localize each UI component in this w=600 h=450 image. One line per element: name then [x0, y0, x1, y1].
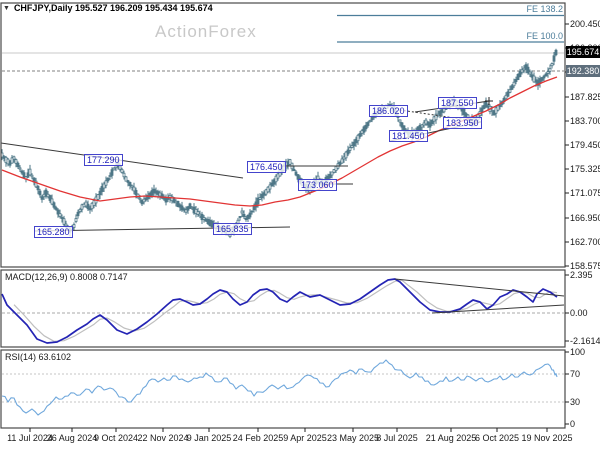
date-axis-label: 26 Aug 2024 — [47, 433, 98, 443]
rsi-axis-tick: 30 — [570, 397, 580, 407]
price-axis-tick: 166.950 — [570, 213, 600, 223]
macd-axis-tick: -2.1614 — [570, 336, 600, 346]
price-axis-tick: 179.450 — [570, 140, 600, 150]
price-axis-tick: 162.700 — [570, 237, 600, 247]
pivot-price-annotation[interactable]: 183.950 — [443, 117, 482, 129]
date-axis-label: 6 Oct 2025 — [475, 433, 519, 443]
secondary-price-tag: 192.380 — [566, 65, 600, 77]
pivot-price-annotation[interactable]: 165.280 — [34, 226, 73, 238]
chart-window: ▼ CHFJPY,Daily 195.527 196.209 195.434 19… — [0, 0, 600, 450]
date-axis-label: 24 Feb 2025 — [233, 433, 284, 443]
symbol-ohlc-title: CHFJPY,Daily 195.527 196.209 195.434 195… — [14, 3, 213, 13]
chart-canvas[interactable] — [0, 0, 600, 450]
date-axis-label: 22 Nov 2024 — [137, 433, 188, 443]
pivot-price-annotation[interactable]: 186.020 — [369, 105, 408, 117]
rsi-axis-tick: 0 — [570, 419, 575, 429]
pivot-price-annotation[interactable]: 187.550 — [438, 97, 477, 109]
date-axis-label: 21 Aug 2025 — [426, 433, 477, 443]
price-axis-tick: 183.700 — [570, 116, 600, 126]
date-axis-label: 19 Nov 2025 — [521, 433, 572, 443]
rsi-axis-tick: 70 — [570, 369, 580, 379]
watermark-actionforex: ActionForex — [155, 22, 257, 42]
collapse-indicator-icon[interactable]: ▼ — [3, 5, 10, 12]
fib-extension-label-138[interactable]: FE 138.2 — [526, 4, 563, 14]
pivot-price-annotation[interactable]: 181.450 — [389, 130, 428, 142]
pivot-price-annotation[interactable]: 176.450 — [247, 161, 286, 173]
pivot-price-annotation[interactable]: 177.290 — [84, 154, 123, 166]
date-axis-label: 9 Jan 2025 — [187, 433, 232, 443]
price-axis-tick: 187.825 — [570, 92, 600, 102]
macd-axis-tick: 2.395 — [570, 270, 593, 280]
date-axis-label: 23 May 2025 — [327, 433, 379, 443]
price-axis-tick: 200.450 — [570, 19, 600, 29]
chart-title-bar: ▼ CHFJPY,Daily 195.527 196.209 195.434 19… — [3, 3, 213, 13]
macd-indicator-label: MACD(12,26,9) 0.8008 0.7147 — [5, 272, 128, 282]
date-axis-label: 9 Oct 2024 — [94, 433, 138, 443]
pivot-price-annotation[interactable]: 173.060 — [298, 179, 337, 191]
macd-axis-tick: 0.00 — [570, 308, 588, 318]
rsi-axis-tick: 100 — [570, 347, 585, 357]
current-price-tag: 195.674 — [566, 46, 600, 58]
price-axis-tick: 171.075 — [570, 188, 600, 198]
date-axis-label: 8 Jul 2025 — [376, 433, 418, 443]
price-axis-tick: 175.325 — [570, 164, 600, 174]
pivot-price-annotation[interactable]: 165.835 — [213, 223, 252, 235]
date-axis-label: 9 Apr 2025 — [283, 433, 327, 443]
rsi-indicator-label: RSI(14) 63.6102 — [5, 352, 71, 362]
fib-extension-label-100[interactable]: FE 100.0 — [526, 31, 563, 41]
